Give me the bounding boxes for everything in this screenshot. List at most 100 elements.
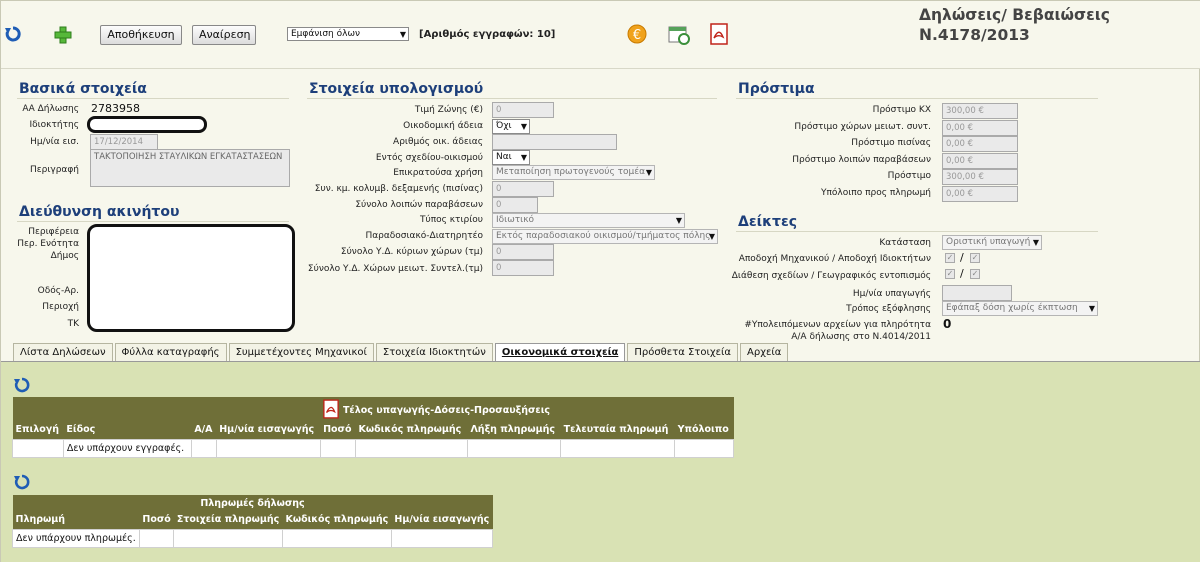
fine-value-input[interactable]: 0,00 € xyxy=(942,152,1018,169)
tab-4[interactable]: Στοιχεία Ιδιοκτητών xyxy=(375,343,493,361)
use-select[interactable]: Μεταποίηση πρωτογενούς τομέα ▼ xyxy=(492,165,655,180)
aux-label: Σύνολο Υ.Δ. Χώρων μειωτ. Συντελ.(τμ) xyxy=(307,264,483,274)
tab-6[interactable]: Πρόσθετα Στοιχεία xyxy=(627,343,738,361)
column-header[interactable]: Λήξη πληρωμής xyxy=(467,421,561,439)
permit-no-input[interactable] xyxy=(492,134,617,150)
table-cell xyxy=(281,528,392,548)
table-cell xyxy=(138,528,175,548)
euro-icon[interactable]: € xyxy=(627,24,647,44)
drawings-checkbox[interactable]: ✓ xyxy=(945,269,955,279)
tab-1[interactable]: Λίστα Δηλώσεων xyxy=(13,343,113,361)
tab-5[interactable]: Οικονομικά στοιχεία xyxy=(494,343,626,362)
table-row: Δεν υπάρχουν εγγραφές. xyxy=(12,438,734,458)
fees-table: Τέλος υπαγωγής-Δόσεις-Προσαυξήσεις Επιλο… xyxy=(12,397,734,458)
files-label: #Υπολειπόμενων αρχείων για πληρότητα xyxy=(744,320,931,330)
desc-textarea[interactable]: ΤΑΚΤΟΠΟΙΗΣΗ ΣΤΑΥΛΙΚΩΝ ΕΓΚΑΤΑΣΤΑΣΕΩΝ xyxy=(90,149,290,187)
column-header[interactable]: Ημ/νία εισαγωγής xyxy=(216,421,321,439)
status-select[interactable]: Οριστική υπαγωγή ▼ xyxy=(942,235,1042,250)
table-cell xyxy=(560,438,676,458)
column-header[interactable]: Στοιχεία πληρωμής xyxy=(173,511,283,529)
date-input[interactable]: 17/12/2014 xyxy=(90,134,158,150)
fine-value-input[interactable]: 0,00 € xyxy=(942,119,1018,136)
zone-input[interactable]: 0 xyxy=(492,102,554,118)
use-select-value: Μεταποίηση πρωτογενούς τομέα xyxy=(496,167,646,177)
owner-redacted xyxy=(87,116,207,133)
column-header[interactable]: Α/Α xyxy=(191,421,217,439)
tab-7[interactable]: Αρχεία xyxy=(740,343,789,361)
inclusion-date-input[interactable] xyxy=(942,285,1012,301)
tab-3[interactable]: Συμμετέχοντες Μηχανικοί xyxy=(228,343,374,361)
type-select[interactable]: Ιδιωτικό ▼ xyxy=(492,213,685,228)
column-header[interactable]: Κωδικός πληρωμής xyxy=(355,421,468,439)
table-cell xyxy=(215,438,321,458)
column-header[interactable]: Είδος xyxy=(63,421,192,439)
fees-table-title-cell: Τέλος υπαγωγής-Δόσεις-Προσαυξήσεις xyxy=(12,397,734,421)
fine-label: Πρόστιμο πισίνας xyxy=(851,138,931,148)
pdf-icon[interactable] xyxy=(710,23,728,45)
aa4014-label: Α/Α δήλωσης στο Ν.4014/2011 xyxy=(791,332,931,342)
payment-select[interactable]: Εφάπαξ δόση χωρίς έκπτωση ▼ xyxy=(942,301,1098,316)
coast-select-value: Εκτός παραδοσιακού οικισμού/τμήματος πόλ… xyxy=(496,231,711,241)
fine-value-input[interactable]: 0,00 € xyxy=(942,136,1018,152)
calendar-refresh-icon[interactable] xyxy=(668,25,690,45)
refresh-icon[interactable] xyxy=(14,474,30,490)
column-header[interactable]: Επιλογή xyxy=(12,421,64,439)
column-header[interactable]: Υπόλοιπο xyxy=(674,421,734,439)
chevron-down-icon: ▼ xyxy=(399,30,406,39)
undo-button[interactable]: Αναίρεση xyxy=(192,25,256,45)
pool-input[interactable]: 0 xyxy=(492,181,554,197)
engineer-accept-checkbox[interactable]: ✓ xyxy=(945,253,955,263)
fine-value-input[interactable]: 300,00 € xyxy=(942,103,1018,119)
empty-message: Δεν υπάρχουν πληρωμές. xyxy=(12,528,140,548)
status-select-value: Οριστική υπαγωγή xyxy=(946,237,1031,247)
page: Αποθήκευση Αναίρεση Εμφάνιση όλων ▼ [Αριθ… xyxy=(0,0,1200,562)
inclusion-date-label: Ημ/νία υπαγωγής xyxy=(852,289,931,299)
main-input[interactable]: 0 xyxy=(492,244,554,260)
geolocation-checkbox[interactable]: ✓ xyxy=(970,269,980,279)
date-label: Ημ/νία εισ. xyxy=(30,137,79,147)
accept-slash: / xyxy=(960,251,964,264)
fines-heading: Πρόστιμα xyxy=(738,81,815,97)
column-header[interactable]: Ημ/νία εισαγωγής xyxy=(391,511,493,529)
table-cell xyxy=(190,438,217,458)
payments-table: Πληρωμές δήλωσης Πληρωμή Ποσό Στοιχεία πλη… xyxy=(12,495,494,548)
column-header[interactable]: Ποσό xyxy=(320,421,356,439)
other-input[interactable]: 0 xyxy=(492,197,538,213)
address-divider xyxy=(17,221,289,222)
refresh-icon[interactable] xyxy=(14,377,30,393)
refresh-icon[interactable] xyxy=(5,26,21,42)
column-header[interactable]: Πληρωμή xyxy=(12,511,140,529)
permit-select[interactable]: Όχι ▼ xyxy=(492,119,530,134)
type-label: Τύπος κτιρίου xyxy=(419,215,483,225)
pdf-icon[interactable] xyxy=(323,399,339,419)
area-label: Περιοχή xyxy=(42,302,79,312)
tab-bar: Λίστα Δηλώσεων Φύλλα καταγραφής Συμμετέχον… xyxy=(13,343,790,362)
fine-label: Πρόστιμο χώρων μειωτ. συντ. xyxy=(794,121,931,132)
plan-select-value: Ναι xyxy=(496,152,512,162)
column-header[interactable]: Ποσό xyxy=(139,511,174,529)
address-heading: Διεύθυνση ακινήτου xyxy=(19,204,180,220)
payments-table-title: Πληρωμές δήλωσης xyxy=(12,495,493,511)
column-header[interactable]: Κωδικός πληρωμής xyxy=(282,511,392,529)
status-label: Κατάσταση xyxy=(879,238,931,248)
drawings-slash: / xyxy=(960,267,964,280)
permit-select-value: Όχι xyxy=(496,121,512,131)
tab-2[interactable]: Φύλλα καταγραφής xyxy=(114,343,227,361)
plan-select[interactable]: Ναι ▼ xyxy=(492,150,530,165)
save-button[interactable]: Αποθήκευση xyxy=(100,25,182,45)
finance-panel: Τέλος υπαγωγής-Δόσεις-Προσαυξήσεις Επιλο… xyxy=(1,361,1200,562)
svg-text:€: € xyxy=(633,28,641,43)
aux-input[interactable]: 0 xyxy=(492,260,554,276)
fees-table-header-row: Επιλογή Είδος Α/Α Ημ/νία εισαγωγής Ποσό Κωδικ… xyxy=(12,421,734,439)
fine-label: Πρόστιμο λοιπών παραβάσεων xyxy=(792,154,931,165)
fine-value-input[interactable]: 0,00 € xyxy=(942,185,1018,202)
filter-select[interactable]: Εμφάνιση όλων ▼ xyxy=(287,27,409,41)
zone-label: Τιμή Ζώνης (€) xyxy=(414,105,483,115)
coast-select[interactable]: Εκτός παραδοσιακού οικισμού/τμήματος πόλ… xyxy=(492,229,718,244)
fine-value-input[interactable]: 300,00 € xyxy=(942,169,1018,185)
chevron-down-icon: ▼ xyxy=(520,122,527,131)
owner-accept-checkbox[interactable]: ✓ xyxy=(970,253,980,263)
column-header[interactable]: Τελευταία πληρωμή xyxy=(560,421,675,439)
permit-label: Οικοδομική άδεια xyxy=(403,121,483,131)
add-icon[interactable] xyxy=(54,26,72,44)
